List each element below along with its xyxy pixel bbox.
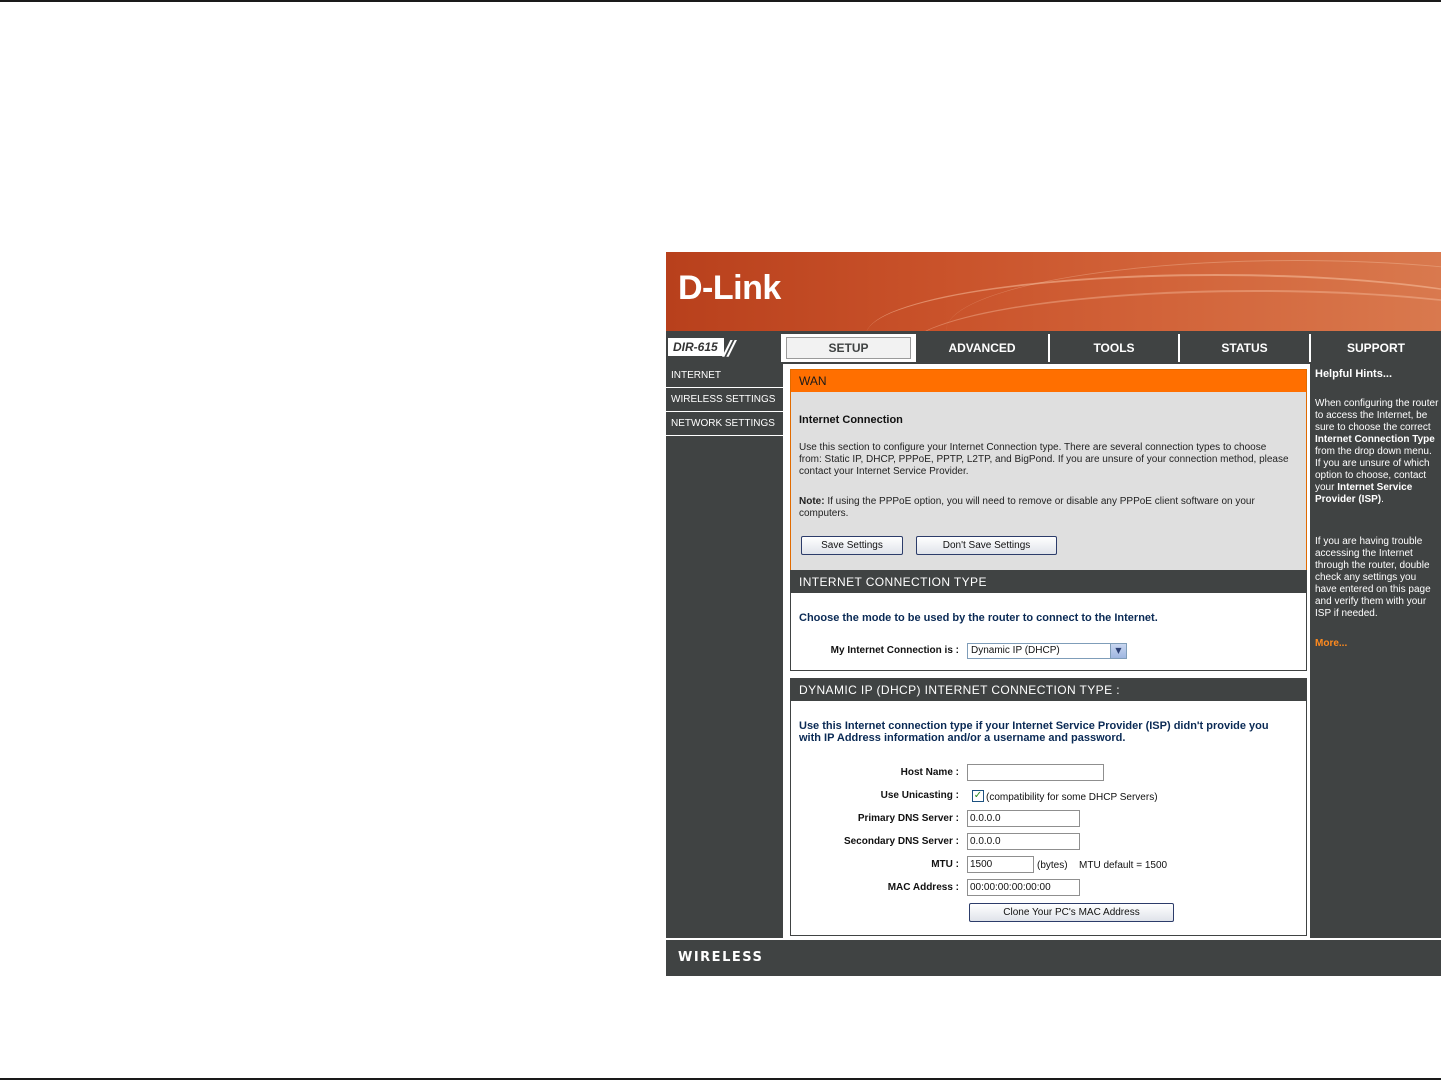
note-text: computers. [799,508,849,519]
mtu-default: MTU default = 1500 [1079,860,1168,871]
clone-mac-address-button[interactable]: Clone Your PC's MAC Address [969,903,1174,922]
sidebar-item-network-settings[interactable]: NETWORK SETTINGS [666,412,783,436]
secondary-dns-input[interactable] [967,833,1080,850]
description-line: with IP Address information and/or a use… [799,732,1126,744]
hints-paragraph: When configuring the router to access th… [1315,398,1439,506]
wan-note: Note: If using the PPPoE option, you wil… [799,496,1304,520]
top-navigation: DIR-615 // SETUP ADVANCED TOOLS STATUS S… [666,334,1441,362]
router-admin-ui: D-Link DIR-615 // SETUP ADVANCED TOOLS S… [666,252,1441,976]
section-title: Internet Connection [799,414,903,426]
wan-description: Use this section to configure your Inter… [799,442,1304,478]
hint-text: . [1381,494,1384,505]
hint-text: When configuring the router to access th… [1315,398,1439,433]
more-link[interactable]: More... [1315,638,1347,650]
mtu-input[interactable] [967,856,1034,873]
tab-tools[interactable]: TOOLS [1050,334,1180,362]
hint-emphasis: Internet Connection Type [1315,434,1435,445]
sidebar-item-wireless-settings[interactable]: WIRELESS SETTINGS [666,388,783,412]
description-line: Use this Internet connection type if you… [799,720,1269,732]
note-text: If using the PPPoE option, you will need… [824,496,1255,507]
use-unicasting-label: Use Unicasting : [880,790,959,801]
chevron-down-icon[interactable]: ▼ [1110,644,1126,658]
ict-instruction: Choose the mode to be used by the router… [799,612,1158,624]
sidebar: INTERNET WIRELESS SETTINGS NETWORK SETTI… [666,364,783,937]
mtu-unit: (bytes) [1037,860,1068,871]
connection-mode-value: Dynamic IP (DHCP) [971,645,1060,656]
page-top-rule [0,0,1441,2]
sidebar-item-internet[interactable]: INTERNET [666,364,783,388]
host-name-label: Host Name : [900,767,959,778]
secondary-dns-label: Secondary DNS Server : [843,836,959,847]
host-name-input[interactable] [967,764,1104,781]
primary-dns-label: Primary DNS Server : [857,813,959,824]
use-unicasting-checkbox[interactable]: ✓ [972,790,984,802]
description-line: contact your Internet Service Provider. [799,466,969,477]
page-bottom-rule [0,1078,1441,1080]
tab-support[interactable]: SUPPORT [1311,334,1441,362]
dhcp-description: Use this Internet connection type if you… [799,720,1304,744]
model-slash-decoration: // [724,336,735,360]
dhcp-section: DYNAMIC IP (DHCP) INTERNET CONNECTION TY… [790,678,1307,936]
unicast-note: (compatibility for some DHCP Servers) [986,792,1158,803]
connection-mode-label: My Internet Connection is : [830,645,959,656]
mtu-label: MTU : [931,859,959,870]
wireless-brand-text: WIRELESS [678,950,764,965]
save-settings-button[interactable]: Save Settings [801,536,903,555]
model-label: DIR-615 // [666,334,783,362]
wan-section: WAN Internet Connection Use this section… [790,369,1307,572]
tab-setup-label: SETUP [786,337,911,359]
model-name: DIR-615 [668,338,724,356]
description-line: from: Static IP, DHCP, PPPoE, PPTP, L2TP… [799,454,1289,465]
dont-save-settings-button[interactable]: Don't Save Settings [916,536,1057,555]
tab-status[interactable]: STATUS [1180,334,1311,362]
description-line: Use this section to configure your Inter… [799,442,1267,453]
banner-decoration [946,260,1441,331]
helpful-hints-panel: Helpful Hints... When configuring the ro… [1310,364,1441,940]
tab-advanced[interactable]: ADVANCED [916,334,1050,362]
hints-title: Helpful Hints... [1315,368,1392,380]
mac-address-label: MAC Address : [887,882,959,893]
wan-header: WAN [791,370,1306,392]
primary-dns-input[interactable] [967,810,1080,827]
internet-connection-type-section: INTERNET CONNECTION TYPE Choose the mode… [790,570,1307,671]
ict-header: INTERNET CONNECTION TYPE [791,571,1306,593]
hints-paragraph: If you are having trouble accessing the … [1315,536,1431,619]
dlink-logo: D-Link [678,269,781,307]
tab-setup[interactable]: SETUP [783,334,916,362]
mac-address-input[interactable] [967,879,1080,896]
brand-banner: D-Link [666,252,1441,331]
dhcp-header: DYNAMIC IP (DHCP) INTERNET CONNECTION TY… [791,679,1306,701]
footer-bar: WIRELESS [666,940,1441,976]
check-icon: ✓ [973,790,983,801]
connection-mode-select[interactable]: Dynamic IP (DHCP) ▼ [967,643,1127,659]
note-label: Note: [799,496,825,507]
main-content: WAN Internet Connection Use this section… [785,364,1308,940]
